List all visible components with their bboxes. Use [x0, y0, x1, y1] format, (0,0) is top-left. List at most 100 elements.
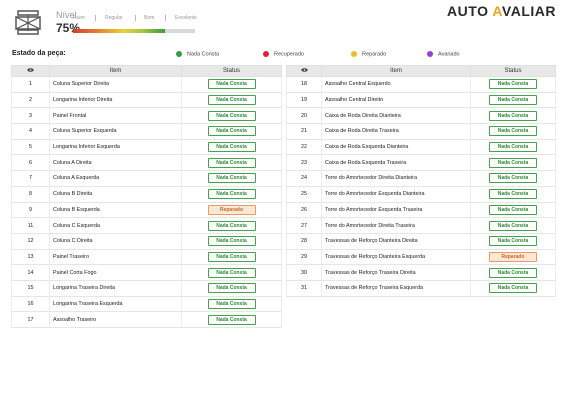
row-item: Torre do Amortecedor Esquerda Traseira: [321, 202, 471, 219]
row-item: Coluna B Direita: [49, 186, 182, 203]
status-badge: Nada Consta: [207, 142, 256, 153]
row-item: Coluna C Esquerda: [49, 217, 182, 234]
row-number: 2: [11, 92, 50, 109]
eye-icon: [27, 68, 34, 73]
scale-label-excelente: Excelente: [175, 15, 197, 21]
row-number: 30: [286, 264, 322, 281]
row-number: 25: [286, 186, 322, 203]
table-row: 21 Caixa de Roda Direita Traseira Nada Con…: [286, 123, 556, 140]
table-header-status: Status: [181, 65, 282, 77]
row-status: Nada Consta: [181, 264, 282, 281]
status-badge: Nada Consta: [207, 236, 256, 247]
row-number: 21: [286, 123, 322, 140]
row-status: Nada Consta: [470, 123, 556, 140]
row-item: Travessas de Reforço Dianteira Direita: [321, 233, 471, 250]
row-item: Painel Frontal: [49, 107, 182, 125]
row-number: 18: [286, 76, 322, 93]
row-status: Reparado: [181, 202, 282, 219]
legend-item-nada-consta: Nada Consta: [176, 51, 219, 57]
row-status: Nada Consta: [470, 154, 556, 172]
row-number: 5: [11, 139, 50, 156]
row-item: Travessas de Reforço Traseira Esquerda: [321, 280, 471, 297]
status-badge: Nada Consta: [207, 283, 256, 294]
status-badge: Nada Consta: [489, 95, 537, 106]
status-badge: Nada Consta: [489, 267, 537, 278]
table-row: 25 Torre do Amortecedor Esquerda Dianteir…: [286, 186, 556, 203]
table-header-row: Item Status: [286, 65, 556, 77]
row-status: Nada Consta: [470, 76, 556, 93]
table-header-visibility[interactable]: [286, 65, 322, 77]
row-status: Nada Consta: [181, 217, 282, 234]
purple-dot-icon: [427, 51, 433, 57]
row-number: 14: [11, 264, 50, 281]
status-badge: Nada Consta: [489, 236, 537, 247]
row-status: Nada Consta: [470, 186, 556, 203]
row-item: Torre do Amortecedor Direita Traseira: [321, 217, 471, 234]
gauge-scale: Ruim Regular Bom Excelente: [73, 15, 198, 25]
legend-item-avariado: Avariado: [427, 51, 460, 57]
scale-label-regular: Regular: [105, 15, 123, 21]
table-row: 15 Longarina Traseira Direita Nada Consta: [11, 280, 282, 297]
row-status: Nada Consta: [181, 170, 282, 187]
row-item: Travessas de Reforço Dianteira Esquerda: [321, 249, 471, 266]
row-item: Longarina Traseira Esquerda: [49, 296, 182, 313]
row-number: 1: [11, 76, 50, 93]
status-badge: Nada Consta: [207, 110, 256, 121]
row-status: Nada Consta: [470, 217, 556, 234]
table-header-item: Item: [321, 65, 471, 77]
nivel-gauge-fill: [73, 29, 165, 33]
scale-label-bom: Bom: [144, 15, 155, 21]
row-number: 9: [11, 202, 50, 219]
table-row: 14 Painel Corta Fogo Nada Consta: [11, 264, 282, 281]
status-badge: Nada Consta: [489, 283, 537, 294]
status-badge: Nada Consta: [207, 157, 256, 168]
row-number: 24: [286, 170, 322, 187]
inspection-table-left: Item Status 1 Coluna Superior Direita Nada…: [11, 65, 282, 328]
status-badge: Nada Consta: [207, 95, 256, 106]
row-status: Nada Consta: [181, 233, 282, 250]
row-number: 27: [286, 217, 322, 234]
row-item: Caixa de Roda Direita Dianteira: [321, 107, 471, 125]
legend-item-recuperado: Recuperado: [263, 51, 304, 57]
row-status: Nada Consta: [181, 107, 282, 125]
status-badge: Nada Consta: [489, 126, 537, 137]
inspection-table-right: Item Status 18 Assoalho Central Esquerdo N…: [286, 65, 556, 297]
row-number: 11: [11, 217, 50, 234]
table-row: 26 Torre do Amortecedor Esquerda Traseira…: [286, 202, 556, 219]
brand-logo: AUTO AVALIAR: [447, 3, 556, 19]
row-status: Nada Consta: [181, 186, 282, 203]
row-item: Painel Corta Fogo: [49, 264, 182, 281]
table-header-visibility[interactable]: [11, 65, 50, 77]
row-item: Longarina Inferior Direita: [49, 92, 182, 109]
status-badge: Nada Consta: [489, 110, 537, 121]
status-legend: Estado da peça: Nada Consta Recuperado R…: [0, 50, 566, 62]
row-status: Nada Consta: [470, 280, 556, 297]
row-number: 3: [11, 107, 50, 125]
legend-title: Estado da peça:: [12, 50, 66, 57]
row-number: 23: [286, 154, 322, 172]
status-badge: Nada Consta: [489, 189, 537, 200]
table-row: 13 Painel Traseiro Nada Consta: [11, 249, 282, 266]
table-row: 31 Travessas de Reforço Traseira Esquerda…: [286, 280, 556, 297]
table-header-item: Item: [49, 65, 182, 77]
table-row: 1 Coluna Superior Direita Nada Consta: [11, 76, 282, 93]
row-status: Nada Consta: [470, 264, 556, 281]
row-status: Nada Consta: [181, 311, 282, 328]
status-badge: Nada Consta: [207, 189, 256, 200]
brand-prefix: AUTO: [447, 3, 489, 19]
row-status: Reparado: [470, 249, 556, 266]
row-number: 16: [11, 296, 50, 313]
status-badge: Nada Consta: [489, 157, 537, 168]
table-header-row: Item Status: [11, 65, 282, 77]
scale-divider: [165, 15, 166, 21]
row-item: Caixa de Roda Esquerda Dianteira: [321, 139, 471, 156]
table-row: 12 Coluna C Direita Nada Consta: [11, 233, 282, 250]
eye-icon: [300, 68, 308, 73]
table-row: 28 Travessas de Reforço Dianteira Direita…: [286, 233, 556, 250]
table-row: 24 Torre do Amortecedor Direita Dianteira…: [286, 170, 556, 187]
row-number: 13: [11, 249, 50, 266]
scale-divider: [95, 15, 96, 21]
table-row: 4 Coluna Superior Esquerda Nada Consta: [11, 123, 282, 140]
table-row: 23 Caixa de Roda Esquerda Traseira Nada Co…: [286, 154, 556, 172]
status-badge: Nada Consta: [489, 204, 537, 215]
